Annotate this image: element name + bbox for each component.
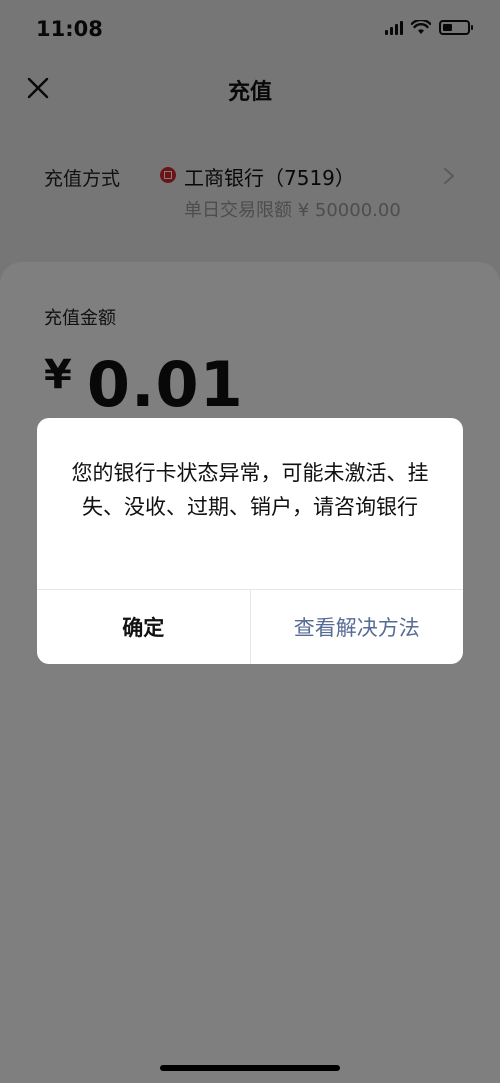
home-indicator[interactable] (160, 1065, 340, 1071)
view-solution-button[interactable]: 查看解决方法 (251, 590, 464, 664)
dialog-message: 您的银行卡状态异常，可能未激活、挂失、没收、过期、销户，请咨询银行 (71, 461, 429, 519)
dialog-actions: 确定 查看解决方法 (37, 589, 463, 664)
error-dialog: 您的银行卡状态异常，可能未激活、挂失、没收、过期、销户，请咨询银行 确定 查看解… (37, 418, 463, 664)
confirm-button[interactable]: 确定 (37, 590, 251, 664)
